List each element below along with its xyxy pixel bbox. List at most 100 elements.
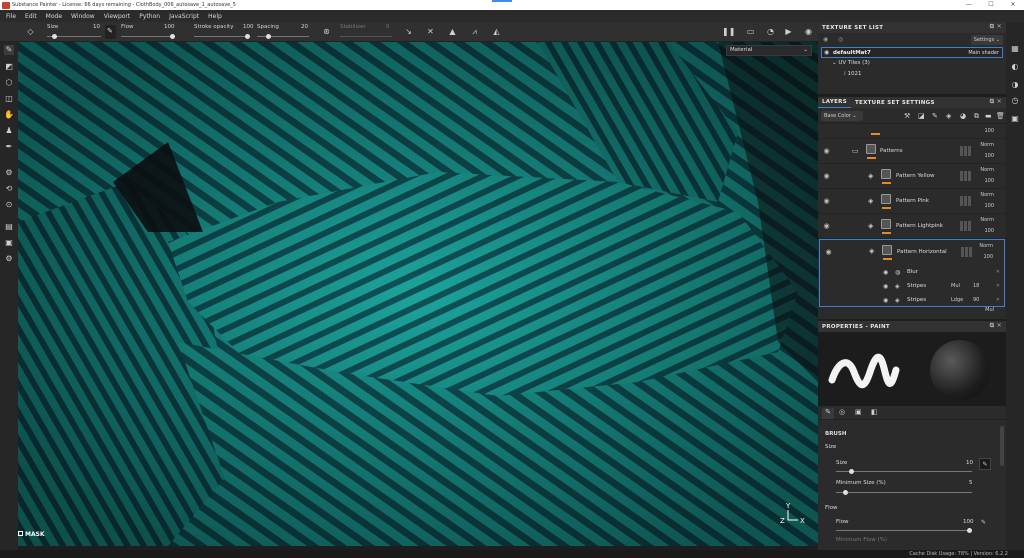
add-paint-layer-icon[interactable]: ✎: [932, 112, 938, 120]
layer-name[interactable]: Pattern Lightpink: [896, 223, 943, 229]
properties-scrollbar[interactable]: [1000, 426, 1004, 466]
eye-icon[interactable]: ◉: [883, 283, 888, 290]
effect-opacity[interactable]: 90: [973, 297, 979, 303]
stencil-tab-icon[interactable]: ▣: [855, 408, 862, 416]
photoshop-export-icon[interactable]: ▤: [4, 222, 14, 232]
size-slider[interactable]: [836, 469, 972, 474]
add-fill-layer-icon[interactable]: ◈: [946, 112, 951, 120]
align-world-icon[interactable]: ◭: [492, 27, 501, 36]
effect-opacity[interactable]: 18: [973, 283, 979, 289]
maximize-button[interactable]: ☐: [980, 0, 1002, 10]
visibility-icon[interactable]: ◎: [838, 36, 843, 43]
size-slider[interactable]: [47, 34, 101, 39]
flow-slider-knob[interactable]: [967, 528, 972, 533]
add-instance-icon[interactable]: ⧉: [974, 112, 979, 121]
channel-dropdown[interactable]: Base Color ⌄: [821, 111, 863, 121]
projection-icon[interactable]: ⬡: [4, 78, 14, 88]
layer-blend-mode[interactable]: Norm: [980, 217, 994, 223]
menu-edit[interactable]: Edit: [25, 13, 37, 20]
layer-opacity[interactable]: 100: [984, 228, 994, 234]
uv-tile-row[interactable]: ⁞ 1021: [818, 69, 1006, 80]
bake-icon[interactable]: ⟲: [4, 184, 14, 194]
render-mode-icon[interactable]: ◔: [766, 27, 775, 36]
effect-row-stripes-1[interactable]: ◉ ◈ Stripes Mul 18 ✕: [820, 279, 1004, 293]
alpha-tab-icon[interactable]: ◎: [839, 408, 845, 416]
pen-pressure-toggle[interactable]: ✎: [979, 458, 991, 470]
menu-javascript[interactable]: JavaScript: [169, 13, 199, 20]
minimize-button[interactable]: —: [958, 0, 980, 10]
layer-blend-mode[interactable]: Norm: [980, 142, 994, 148]
menu-file[interactable]: File: [6, 13, 16, 20]
flow-slider-knob[interactable]: [170, 34, 175, 39]
material-tab-icon[interactable]: ◧: [871, 408, 878, 416]
size-value[interactable]: 10: [93, 24, 100, 30]
pen-pressure-toggle[interactable]: ✎: [105, 25, 116, 39]
settings-dropdown[interactable]: Settings ⌄: [970, 35, 1003, 45]
environment-icon[interactable]: ◑: [1010, 80, 1020, 90]
effect-row-blur[interactable]: ◉ ◍ Blur ✕: [820, 265, 1004, 279]
remove-effect-icon[interactable]: ✕: [996, 283, 1000, 289]
effect-row-stripes-2[interactable]: ◉ ◈ Stripes Ldge 90 ✕: [820, 293, 1004, 307]
panel-float-icon[interactable]: ⧉ ✕: [990, 23, 1002, 31]
camera-icon[interactable]: ▭: [746, 27, 755, 36]
pause-icon[interactable]: ❚❚: [722, 27, 735, 36]
viewport-mode-dropdown[interactable]: Material ⌄: [726, 45, 812, 56]
screenshot-icon[interactable]: ◉: [804, 27, 813, 36]
flow-value[interactable]: 100: [164, 24, 175, 30]
layer-row-partial[interactable]: 100: [818, 124, 1006, 139]
color-picker-icon[interactable]: ✒: [4, 142, 14, 152]
layer-opacity[interactable]: 100: [983, 254, 993, 260]
stabilizer-value[interactable]: 0: [386, 24, 390, 30]
shader-name[interactable]: Main shader: [968, 50, 999, 56]
pen-pressure-icon[interactable]: ✎: [981, 519, 986, 526]
layer-name[interactable]: Pattern Horizontal: [897, 249, 947, 255]
layer-row-patterns[interactable]: ◉ ▭ Patterns Norm 100: [818, 139, 1006, 164]
3d-viewport[interactable]: X Z Y: [18, 42, 818, 546]
share-icon[interactable]: ▣: [4, 238, 14, 248]
panel-float-icon[interactable]: ⧉ ✕: [990, 98, 1002, 106]
texture-set-row[interactable]: ◉ defaultMat7 Main shader: [821, 47, 1003, 58]
layer-row-main[interactable]: ◉ ◈ Pattern Horizontal Norm 100: [820, 240, 1004, 265]
display-settings-icon[interactable]: ▣: [1010, 114, 1020, 124]
spacing-slider-knob[interactable]: [266, 34, 272, 39]
material-sphere-preview[interactable]: [930, 340, 990, 400]
folder-icon[interactable]: ▭: [852, 147, 859, 155]
effect-blend-mode[interactable]: Mul: [951, 283, 960, 289]
eye-icon[interactable]: ◉: [824, 248, 833, 257]
filter-icon[interactable]: ◉: [823, 36, 828, 43]
add-mask-icon[interactable]: ◪: [918, 112, 925, 120]
clone-icon[interactable]: ♟: [4, 126, 14, 136]
brush-preset-icon[interactable]: ◇: [26, 27, 35, 36]
min-size-slider-knob[interactable]: [842, 490, 848, 495]
add-smart-material-icon[interactable]: ◕: [960, 112, 966, 120]
menu-viewport[interactable]: Viewport: [104, 13, 131, 20]
effect-name[interactable]: Stripes: [907, 283, 926, 289]
eye-icon[interactable]: ◉: [822, 222, 831, 231]
panel-float-icon[interactable]: ⧉ ✕: [990, 322, 1002, 330]
eye-icon[interactable]: ◉: [822, 172, 831, 181]
layer-name[interactable]: Pattern Yellow: [896, 173, 934, 179]
align-uv-icon[interactable]: ⩘: [470, 27, 479, 36]
eraser-icon[interactable]: ◩: [4, 62, 14, 72]
size-slider-knob[interactable]: [849, 469, 855, 474]
min-size-value[interactable]: 5: [969, 480, 973, 486]
lazy-mouse-icon[interactable]: ↘: [404, 27, 413, 36]
paint-brush-icon[interactable]: ✎: [4, 45, 14, 55]
remove-effect-icon[interactable]: ✕: [996, 269, 1000, 275]
layer-row-pattern-lightpink[interactable]: ◉ ◈ Pattern Lightpink Norm 100: [818, 214, 1006, 239]
layer-row-pattern-horizontal[interactable]: ◉ ◈ Pattern Horizontal Norm 100 ◉ ◍ Blur…: [819, 239, 1005, 307]
layer-blend-mode[interactable]: Mul: [985, 307, 994, 313]
tab-texture-set-settings[interactable]: TEXTURE SET SETTINGS: [851, 100, 939, 106]
stroke-opacity-slider-knob[interactable]: [245, 34, 250, 39]
layer-opacity[interactable]: 100: [984, 203, 994, 209]
layer-row-pattern-pink[interactable]: ◉ ◈ Pattern Pink Norm 100: [818, 189, 1006, 214]
settings-gear-icon[interactable]: ⚙: [4, 168, 14, 178]
layer-opacity[interactable]: 100: [984, 178, 994, 184]
layer-blend-mode[interactable]: Norm: [979, 243, 993, 249]
stabilizer-slider[interactable]: [340, 36, 392, 37]
uv-tiles-row[interactable]: ⌄ UV Tiles (3): [818, 58, 1006, 69]
add-effect-icon[interactable]: ⚒: [904, 112, 910, 120]
layer-opacity[interactable]: 100: [984, 128, 994, 134]
eye-icon[interactable]: ◉: [822, 197, 831, 206]
flow-value[interactable]: 100: [963, 519, 974, 525]
